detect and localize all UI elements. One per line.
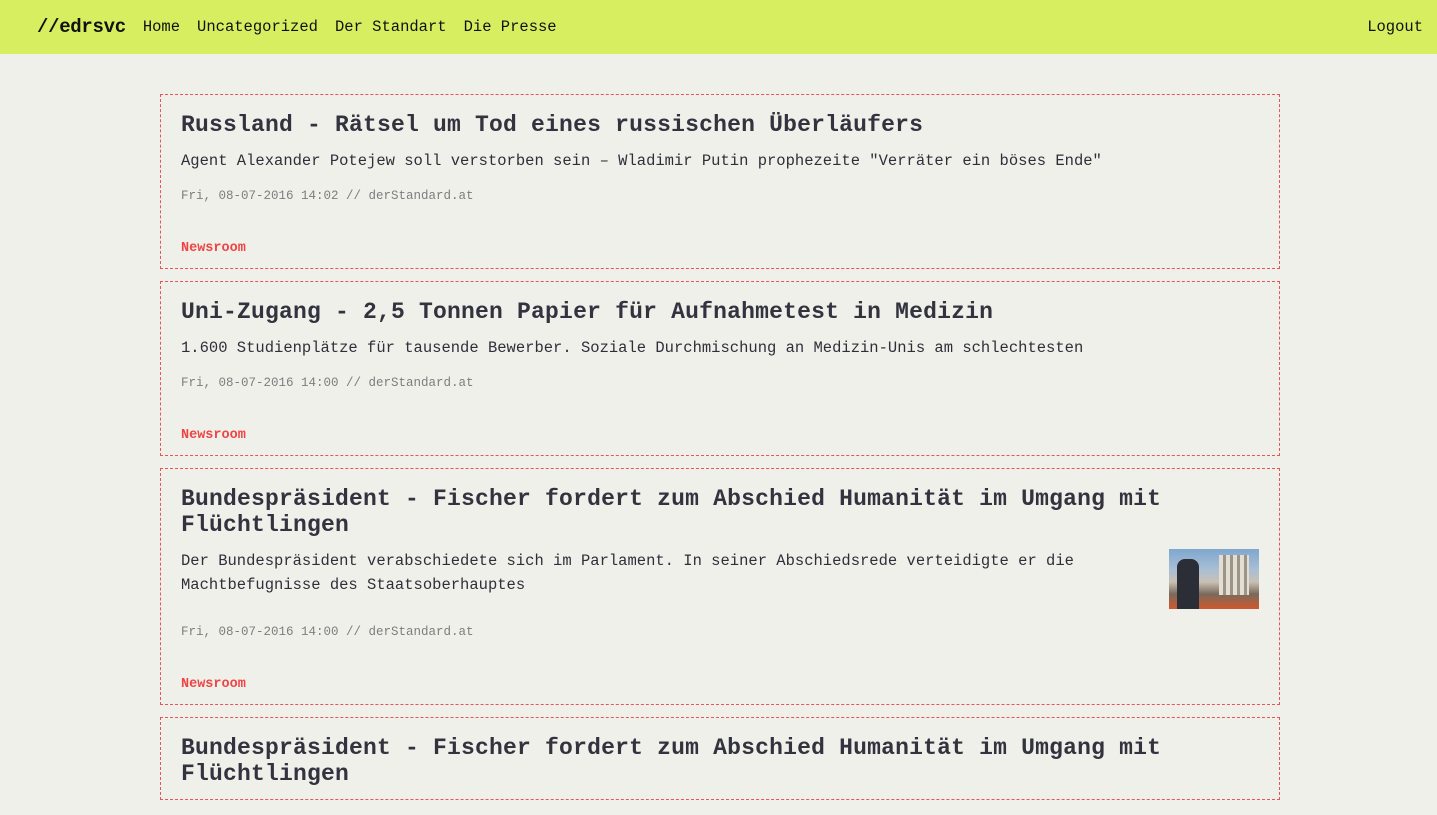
main-nav: Home Uncategorized Der Standart Die Pres… <box>143 18 557 36</box>
article-title-link[interactable]: Bundespräsident - Fischer fordert zum Ab… <box>181 486 1259 538</box>
nav-home-link[interactable]: Home <box>143 18 180 36</box>
article-tag-link[interactable]: Newsroom <box>181 241 246 256</box>
article-tag-link[interactable]: Newsroom <box>181 428 246 443</box>
article-description: 1.600 Studienplätze für tausende Bewerbe… <box>181 339 1084 357</box>
article-body: 1.600 Studienplätze für tausende Bewerbe… <box>181 336 1259 360</box>
brand-logo-link[interactable]: //edrsvc <box>37 16 126 38</box>
article-meta: Fri, 08-07-2016 14:00 // derStandard.at <box>181 376 474 390</box>
top-navigation-bar: //edrsvc Home Uncategorized Der Standart… <box>0 0 1437 54</box>
article-thumbnail-image[interactable] <box>1169 549 1259 609</box>
article-card: Bundespräsident - Fischer fordert zum Ab… <box>160 468 1280 705</box>
article-meta: Fri, 08-07-2016 14:00 // derStandard.at <box>181 625 474 639</box>
article-description: Agent Alexander Potejew soll verstorben … <box>181 152 1102 170</box>
nav-der-standart-link[interactable]: Der Standart <box>335 18 447 36</box>
article-title-link[interactable]: Bundespräsident - Fischer fordert zum Ab… <box>181 735 1259 787</box>
nav-uncategorized-link[interactable]: Uncategorized <box>197 18 318 36</box>
article-title-link[interactable]: Uni-Zugang - 2,5 Tonnen Papier für Aufna… <box>181 299 1259 325</box>
article-card: Uni-Zugang - 2,5 Tonnen Papier für Aufna… <box>160 281 1280 456</box>
article-body: Agent Alexander Potejew soll verstorben … <box>181 149 1259 173</box>
article-feed: Russland - Rätsel um Tod eines russische… <box>160 94 1280 812</box>
article-card: Bundespräsident - Fischer fordert zum Ab… <box>160 717 1280 800</box>
article-card: Russland - Rätsel um Tod eines russische… <box>160 94 1280 269</box>
logout-link[interactable]: Logout <box>1367 18 1423 36</box>
article-meta: Fri, 08-07-2016 14:02 // derStandard.at <box>181 189 474 203</box>
nav-die-presse-link[interactable]: Die Presse <box>464 18 557 36</box>
article-tag-link[interactable]: Newsroom <box>181 677 246 692</box>
article-title-link[interactable]: Russland - Rätsel um Tod eines russische… <box>181 112 1259 138</box>
article-description: Der Bundespräsident verabschiedete sich … <box>181 552 1074 594</box>
article-body: Der Bundespräsident verabschiedete sich … <box>181 549 1259 609</box>
